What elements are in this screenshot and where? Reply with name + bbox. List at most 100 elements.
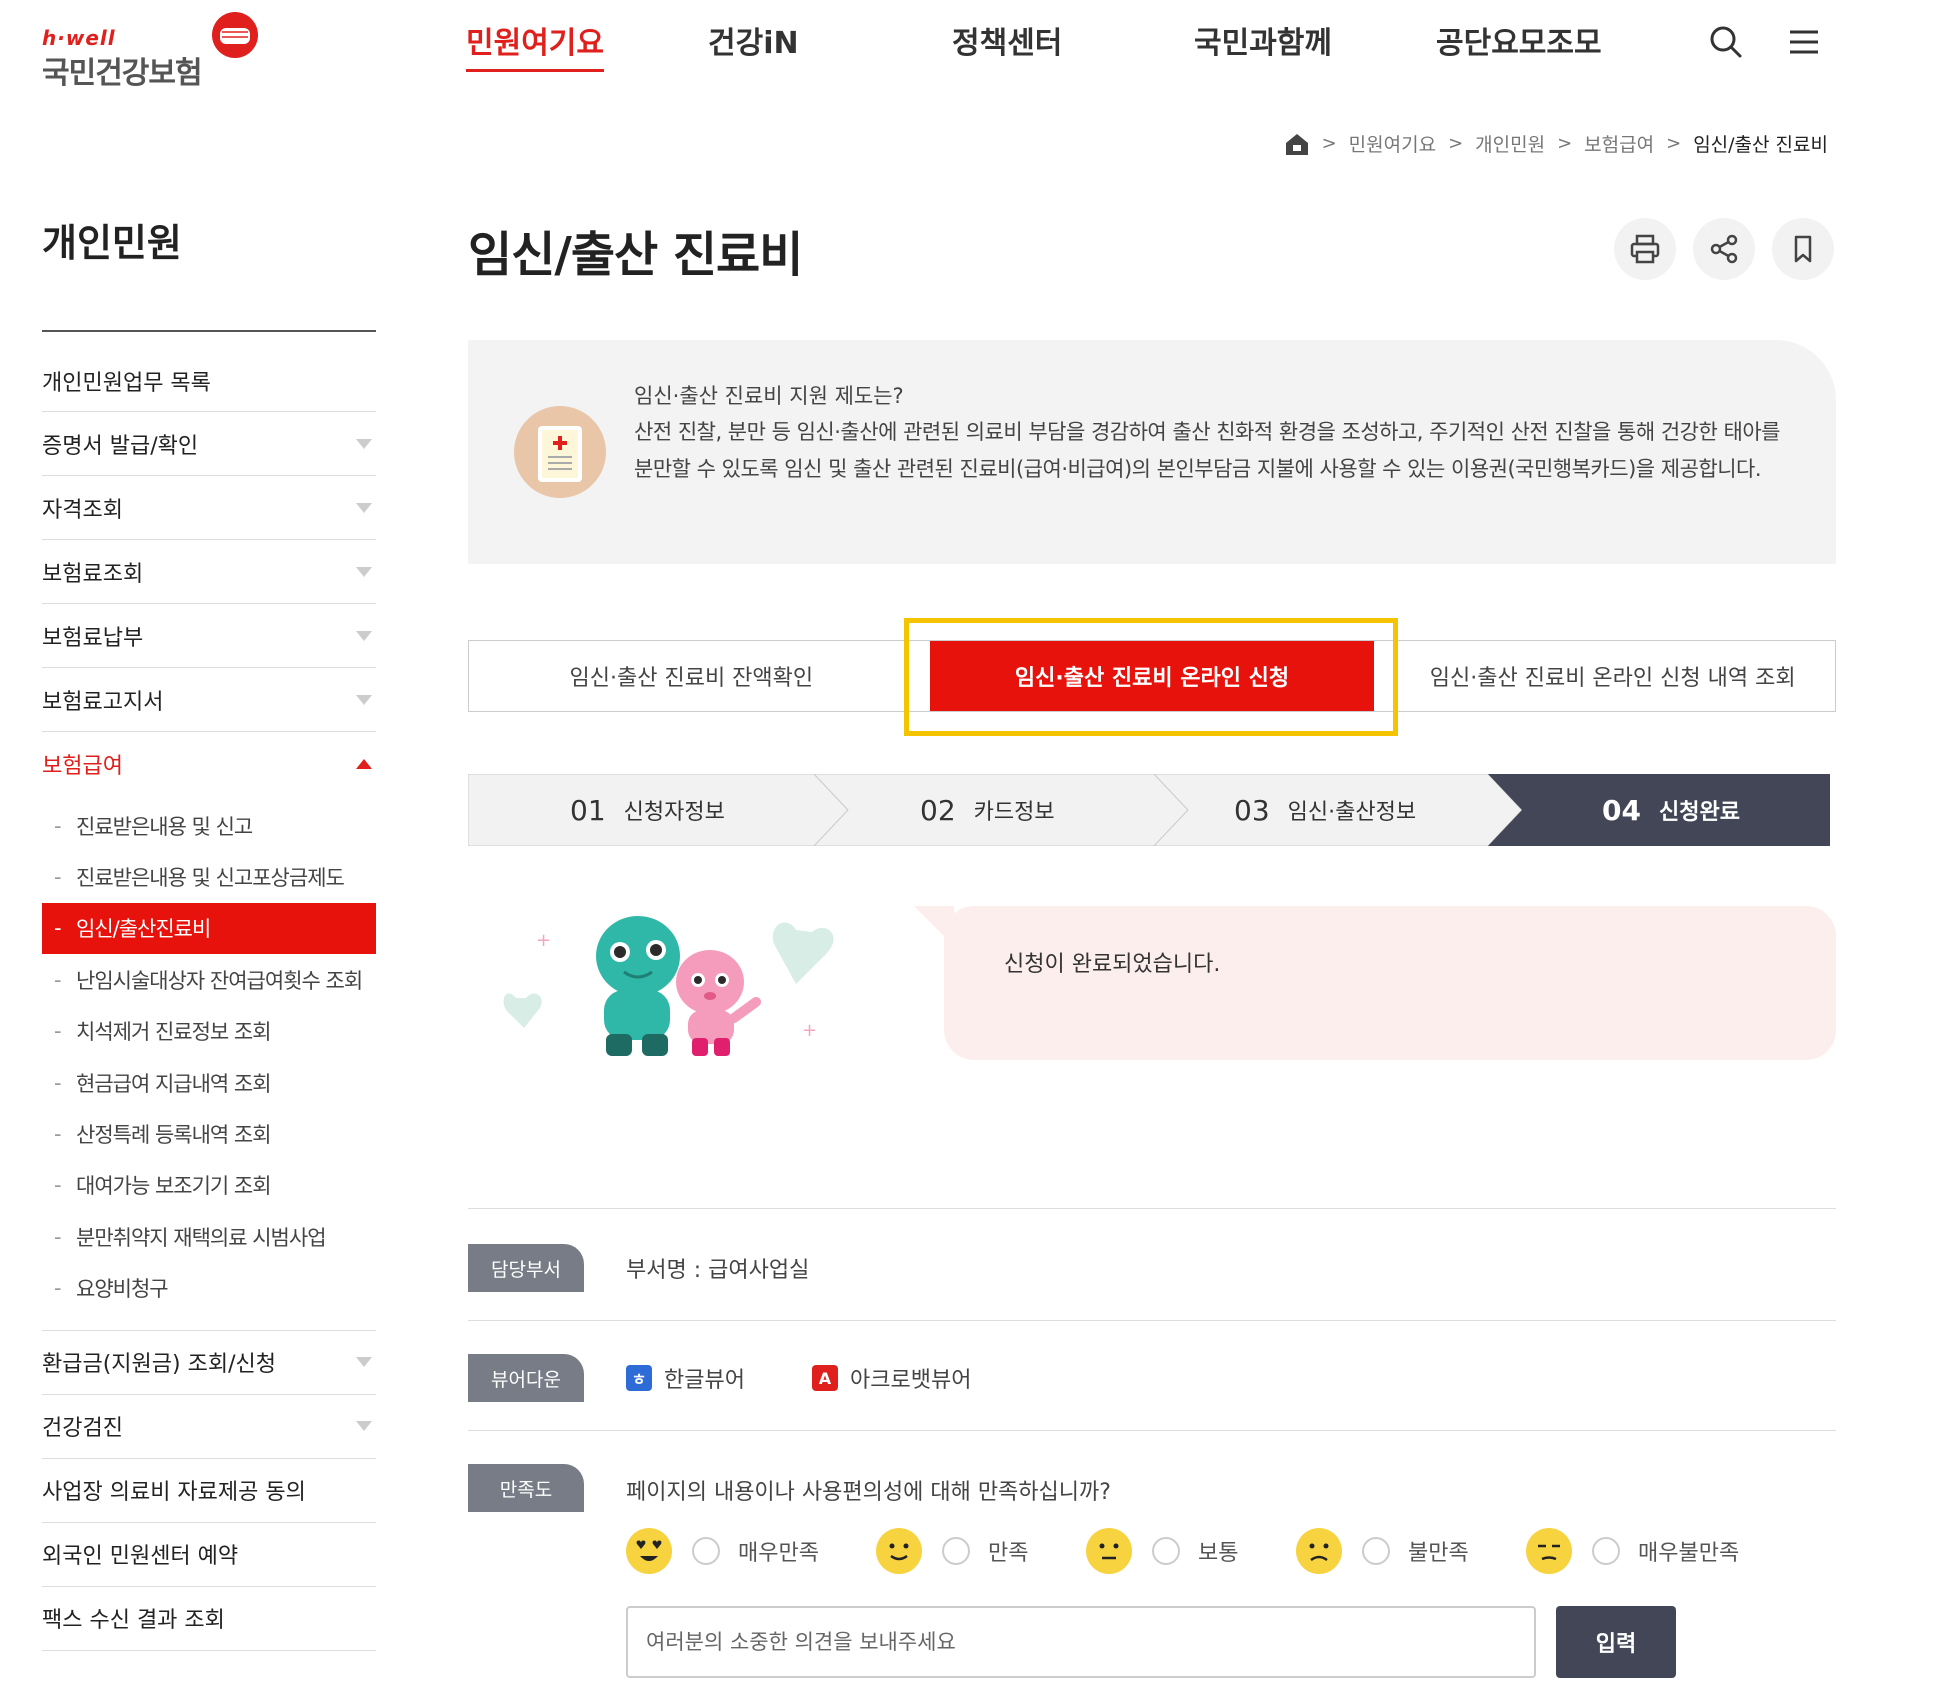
sidebar-divider [42, 330, 376, 332]
dash-icon: - [54, 1070, 62, 1095]
breadcrumb-item[interactable]: 민원여기요 [1349, 130, 1436, 157]
breadcrumb-separator: > [1448, 133, 1464, 154]
sidebar-subitem-label: 현금급여 지급내역 조회 [76, 1071, 272, 1096]
sidebar-item-foreigner-reservation[interactable]: 외국인 민원센터 예약 [42, 1523, 376, 1587]
intro-description: 산전 진찰, 분만 등 임신·출산에 관련된 의료비 부담을 경감하여 출산 친… [634, 420, 1780, 481]
rating-label: 만족 [988, 1541, 1029, 1566]
sidebar-subitem[interactable]: - 현금급여 지급내역 조회 [42, 1057, 376, 1108]
medical-document-icon [514, 406, 606, 498]
breadcrumb-current: 임신/출산 진료비 [1693, 134, 1828, 156]
sidebar-subitem[interactable]: - 진료받은내용 및 신고포상금제도 [42, 851, 376, 902]
sidebar-item-certificate[interactable]: 증명서 발급/확인 [42, 412, 376, 476]
rating-satisfied[interactable]: 만족 [876, 1528, 1028, 1574]
section-divider [468, 1430, 1836, 1431]
submit-button[interactable]: 입력 [1556, 1606, 1676, 1678]
sidebar-item-label: 환급금(지원금) 조회/신청 [42, 1352, 276, 1378]
sidebar-subitem-label: 요양비청구 [76, 1277, 169, 1302]
sidebar-subitem[interactable]: - 대여가능 보조기기 조회 [42, 1160, 376, 1211]
step-applicant-info: 01 신청자정보 [570, 774, 725, 846]
rating-label: 매우만족 [738, 1541, 819, 1566]
rating-dissatisfied[interactable]: 불만족 [1296, 1528, 1469, 1574]
step-number: 04 [1602, 793, 1641, 827]
breadcrumb: > 민원여기요 > 개인민원 > 보험급여 > 임신/출산 진료비 [1284, 130, 1828, 157]
bookmark-button[interactable] [1772, 218, 1834, 280]
satisfaction-question: 페이지의 내용이나 사용편의성에 대해 만족하십니까? [626, 1480, 1111, 1505]
sidebar-item-label: 외국인 민원센터 예약 [42, 1544, 239, 1570]
sidebar-item-checkup[interactable]: 건강검진 [42, 1395, 376, 1459]
sidebar-item-refund[interactable]: 환급금(지원금) 조회/신청 [42, 1331, 376, 1395]
sidebar-item-label: 보험료납부 [42, 625, 144, 651]
sidebar-item-premium-notice[interactable]: 보험료고지서 [42, 668, 376, 732]
sidebar-subitem[interactable]: - 난임시술대상자 잔여급여횟수 조회 [42, 954, 376, 1005]
print-button[interactable] [1614, 218, 1676, 280]
sidebar-item-premium-inquiry[interactable]: 보험료조회 [42, 540, 376, 604]
rating-radio[interactable] [1592, 1537, 1620, 1565]
sidebar-subitem[interactable]: - 분만취약지 재택의료 시범사업 [42, 1211, 376, 1262]
acrobat-viewer-link[interactable]: A 아크로뱃뷰어 [812, 1362, 971, 1394]
dept-label: 담당부서 [468, 1244, 584, 1292]
gnb-item-together[interactable]: 국민과함께 [1194, 20, 1332, 72]
mask-logo-icon [212, 12, 258, 58]
site-logo[interactable]: h·well 국민건강보험 [42, 8, 262, 91]
acrobat-viewer-icon: A [812, 1365, 838, 1391]
rating-neutral[interactable]: 보통 [1086, 1528, 1238, 1574]
breadcrumb-item[interactable]: 개인민원 [1475, 130, 1545, 157]
share-button[interactable] [1693, 218, 1755, 280]
search-icon[interactable] [1706, 22, 1746, 62]
opinion-input[interactable] [626, 1606, 1536, 1678]
unamused-face-icon [1526, 1528, 1572, 1574]
sidebar-subitem[interactable]: - 치석제거 진료정보 조회 [42, 1006, 376, 1057]
sidebar-item-benefits[interactable]: 보험급여 [42, 732, 376, 796]
gnb-item-health-in[interactable]: 건강iN [708, 20, 799, 72]
logo-small-text: h·well [42, 26, 116, 50]
viewer-link-label: 한글뷰어 [664, 1368, 745, 1393]
gnb-item-policy[interactable]: 정책센터 [952, 20, 1062, 72]
sidebar-item-list[interactable]: 개인민원업무 목록 [42, 350, 376, 412]
viewer-label: 뷰어다운 [468, 1354, 584, 1402]
tab-balance-check[interactable]: 임신·출산 진료비 잔액확인 [469, 641, 914, 711]
bookmark-icon [1794, 235, 1812, 263]
breadcrumb-item[interactable]: 보험급여 [1584, 130, 1654, 157]
sidebar-title: 개인민원 [42, 221, 182, 265]
tab-application-history[interactable]: 임신·출산 진료비 온라인 신청 내역 조회 [1390, 641, 1835, 711]
sidebar-subitem[interactable]: - 요양비청구 [42, 1263, 376, 1314]
rating-radio[interactable] [942, 1537, 970, 1565]
svg-text:+: + [536, 930, 551, 951]
sidebar-item-qualification[interactable]: 자격조회 [42, 476, 376, 540]
menu-icon[interactable] [1784, 22, 1824, 62]
step-number: 02 [920, 793, 956, 827]
rating-very-dissatisfied[interactable]: 매우불만족 [1526, 1528, 1739, 1574]
sidebar-subitem[interactable]: - 진료받은내용 및 신고 [42, 800, 376, 851]
sidebar-subitem[interactable]: - 산정특례 등록내역 조회 [42, 1108, 376, 1159]
hangul-viewer-link[interactable]: ㅎ 한글뷰어 [626, 1362, 745, 1394]
gnb-item-about[interactable]: 공단요모조모 [1436, 20, 1602, 72]
sidebar-item-workplace-consent[interactable]: 사업장 의료비 자료제공 동의 [42, 1459, 376, 1523]
chevron-down-icon [356, 630, 372, 641]
chevron-down-icon [356, 438, 372, 449]
rating-radio[interactable] [1152, 1537, 1180, 1565]
sidebar-item-premium-payment[interactable]: 보험료납부 [42, 604, 376, 668]
sidebar-item-label: 개인민원업무 목록 [42, 370, 211, 396]
rating-very-satisfied[interactable]: 매우만족 [626, 1528, 819, 1574]
breadcrumb-separator: > [1557, 133, 1573, 154]
rating-radio[interactable] [692, 1537, 720, 1565]
sidebar-item-fax-result[interactable]: 팩스 수신 결과 조회 [42, 1587, 376, 1651]
sidebar-item-label: 증명서 발급/확인 [42, 433, 199, 459]
dash-icon: - [54, 916, 62, 941]
chevron-down-icon [356, 1421, 372, 1432]
rating-label: 보통 [1198, 1541, 1239, 1566]
dash-icon: - [54, 967, 62, 992]
home-icon[interactable] [1284, 132, 1310, 156]
step-label: 신청완료 [1658, 800, 1740, 825]
step-card-info: 02 카드정보 [920, 774, 1055, 846]
sidebar-subitem-active[interactable]: - 임신/출산진료비 [42, 902, 376, 955]
sidebar-item-label: 자격조회 [42, 497, 123, 523]
dash-icon: - [54, 813, 62, 838]
chevron-down-icon [356, 694, 372, 705]
step-number: 01 [570, 793, 606, 827]
gnb-item-minwon[interactable]: 민원여기요 [466, 20, 604, 72]
intro-question: 임신·출산 진료비 지원 제도는? [634, 384, 904, 408]
rating-radio[interactable] [1362, 1537, 1390, 1565]
dash-icon: - [54, 1173, 62, 1198]
dash-icon: - [54, 1019, 62, 1044]
